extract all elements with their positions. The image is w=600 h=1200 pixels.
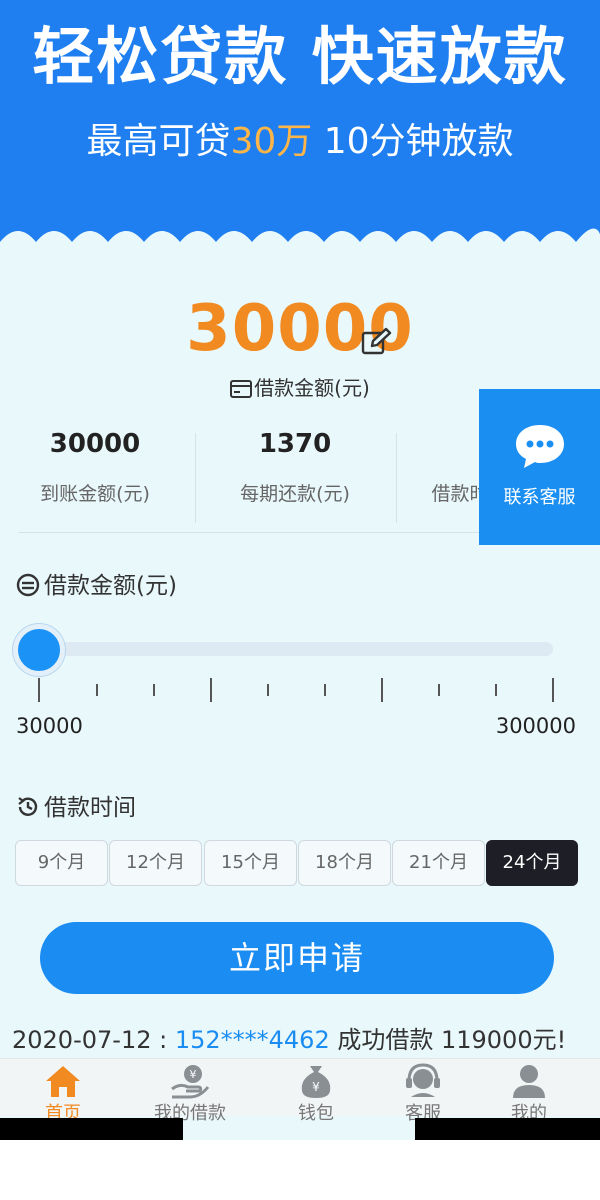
loan-ticker: 2020-07-12 : 152****4462 成功借款 119000元! xyxy=(12,1020,600,1055)
slider-tick xyxy=(210,678,212,702)
bottom-tab-bar: 首页 ¥ 我的借款 ¥ 钱包 客服 我的 xyxy=(0,1058,600,1124)
term-section-title: 借款时间 xyxy=(16,788,136,822)
redaction-bar xyxy=(415,1118,600,1140)
contact-service-label: 联系客服 xyxy=(503,487,576,508)
term-section-label: 借款时间 xyxy=(44,795,136,821)
loan-hand-icon: ¥ xyxy=(171,1065,210,1099)
svg-text:¥: ¥ xyxy=(312,1080,320,1094)
headset-icon xyxy=(406,1063,440,1097)
stat-value: 1370 xyxy=(258,429,332,459)
tab-me[interactable]: 我的 xyxy=(474,1063,584,1125)
hero-sub-prefix: 最高可贷 xyxy=(86,121,231,162)
coin-icon xyxy=(16,573,40,597)
stat-value: 30000 xyxy=(49,429,141,459)
loan-stats: 30000 到账金额(元) 1370 每期还款(元) 借款时 xyxy=(0,425,489,535)
slider-tick xyxy=(438,684,440,696)
slider-max-label: 300000 xyxy=(495,714,576,738)
amount-slider-thumb[interactable] xyxy=(13,624,65,676)
term-option-24[interactable]: 24个月 xyxy=(486,840,578,886)
tab-my-loans[interactable]: ¥ 我的借款 xyxy=(135,1063,245,1125)
history-clock-icon xyxy=(18,797,38,816)
apply-now-button[interactable]: 立即申请 xyxy=(40,922,554,994)
chat-bubble-icon xyxy=(515,425,564,468)
hero-banner: 轻松贷款 快速放款 最高可贷30万 10分钟放款 xyxy=(0,0,600,255)
amount-slider-track[interactable] xyxy=(40,642,553,656)
term-option-12[interactable]: 12个月 xyxy=(109,840,202,886)
ticker-text: 成功借款 119000元! xyxy=(329,1026,567,1054)
home-icon xyxy=(46,1066,80,1097)
tab-label: 钱包 xyxy=(298,1103,334,1124)
slider-tick xyxy=(495,684,497,696)
slider-tick xyxy=(552,678,554,702)
ticker-date: 2020-07-12 : xyxy=(12,1026,175,1054)
bottom-strip xyxy=(0,1140,600,1200)
tab-service[interactable]: 客服 xyxy=(368,1063,478,1125)
ticker-phone: 152****4462 xyxy=(174,1026,330,1054)
term-option-18[interactable]: 18个月 xyxy=(298,840,391,886)
hero-sub-suffix: 10分钟放款 xyxy=(312,121,514,162)
wave-edge xyxy=(0,228,600,255)
slider-tick xyxy=(381,678,383,702)
term-option-15[interactable]: 15个月 xyxy=(204,840,297,886)
hero-sub-highlight: 30万 xyxy=(230,121,313,162)
stat-installment: 1370 每期还款(元) xyxy=(200,425,390,506)
loan-amount-display: 30000 xyxy=(0,292,600,366)
redaction-bar xyxy=(0,1118,183,1140)
slider-tick xyxy=(324,684,326,696)
slider-tick xyxy=(153,684,155,696)
slider-tick xyxy=(96,684,98,696)
slider-section-title: 借款金额(元) xyxy=(16,566,177,600)
slider-tick xyxy=(267,684,269,696)
hero-subtitle: 最高可贷30万 10分钟放款 xyxy=(0,112,600,164)
wallet-bag-icon: ¥ xyxy=(301,1066,331,1098)
term-option-9[interactable]: 9个月 xyxy=(15,840,108,886)
stat-label: 每期还款(元) xyxy=(240,483,350,505)
edit-icon[interactable] xyxy=(360,327,394,357)
slider-min-label: 30000 xyxy=(16,714,83,738)
term-option-21[interactable]: 21个月 xyxy=(392,840,485,886)
stat-label: 到账金额(元) xyxy=(40,483,150,505)
card-icon xyxy=(230,380,253,398)
contact-service-button[interactable]: 联系客服 xyxy=(479,389,600,545)
tab-wallet[interactable]: ¥ 钱包 xyxy=(261,1063,371,1125)
slider-section-label: 借款金额(元) xyxy=(44,573,177,599)
stat-received-amount: 30000 到账金额(元) xyxy=(0,425,190,506)
loan-amount-caption-text: 借款金额(元) xyxy=(254,376,370,400)
tab-home[interactable]: 首页 xyxy=(8,1063,118,1125)
hero-title: 轻松贷款 快速放款 xyxy=(32,20,568,93)
user-icon xyxy=(513,1065,545,1098)
divider xyxy=(195,433,196,523)
svg-text:¥: ¥ xyxy=(190,1068,197,1081)
slider-tick xyxy=(38,678,40,702)
